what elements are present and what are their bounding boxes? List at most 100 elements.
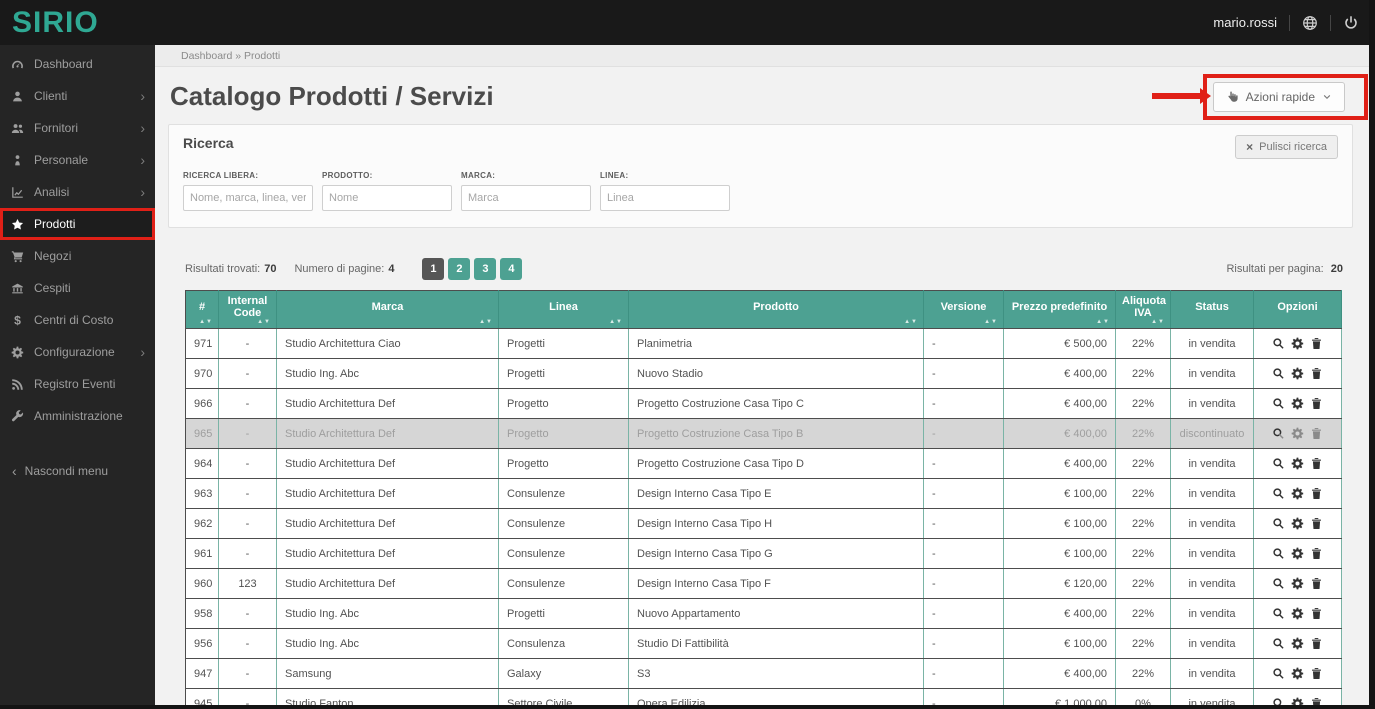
view-details-button[interactable] — [1272, 607, 1285, 620]
search-input-prodotto[interactable] — [322, 185, 452, 211]
sort-arrows-icon[interactable]: ▲▼ — [199, 319, 213, 325]
view-details-button[interactable] — [1272, 577, 1285, 590]
sidebar-item-cespiti[interactable]: Cespiti — [0, 272, 155, 304]
globe-icon[interactable] — [1302, 15, 1318, 31]
cell-marca: Studio Architettura Def — [277, 539, 499, 569]
sort-arrows-icon[interactable]: ▲▼ — [1151, 319, 1165, 325]
view-details-button[interactable] — [1272, 457, 1285, 470]
chevron-right-icon: › — [140, 345, 145, 359]
settings-button[interactable] — [1291, 667, 1304, 680]
page-title: Catalogo Prodotti / Servizi — [170, 81, 494, 112]
delete-button[interactable] — [1310, 667, 1323, 680]
column-header-label: # — [199, 301, 205, 313]
search-input-linea[interactable] — [600, 185, 730, 211]
settings-button[interactable] — [1291, 637, 1304, 650]
delete-button[interactable] — [1310, 577, 1323, 590]
settings-button[interactable] — [1291, 367, 1304, 380]
collapse-menu-button[interactable]: ‹ Nascondi menu — [0, 456, 155, 486]
column-header-iva[interactable]: Aliquota IVA▲▼ — [1116, 291, 1171, 329]
cell-code: - — [219, 479, 277, 509]
cell-status: in vendita — [1171, 449, 1254, 479]
sort-arrows-icon[interactable]: ▲▼ — [984, 319, 998, 325]
sidebar-item-analisi[interactable]: Analisi› — [0, 176, 155, 208]
search-input-marca[interactable] — [461, 185, 591, 211]
view-details-button[interactable] — [1272, 637, 1285, 650]
column-header-marca[interactable]: Marca▲▼ — [277, 291, 499, 329]
delete-button[interactable] — [1310, 487, 1323, 500]
cell-code: - — [219, 359, 277, 389]
column-header-versione[interactable]: Versione▲▼ — [924, 291, 1004, 329]
delete-button[interactable] — [1310, 607, 1323, 620]
settings-button[interactable] — [1291, 427, 1304, 440]
column-header-status: Status — [1171, 291, 1254, 329]
view-details-button[interactable] — [1272, 667, 1285, 680]
sidebar-item-clienti[interactable]: Clienti› — [0, 80, 155, 112]
sidebar-item-dashboard[interactable]: Dashboard — [0, 48, 155, 80]
sidebar-item-amministrazione[interactable]: Amministrazione — [0, 400, 155, 432]
delete-button[interactable] — [1310, 427, 1323, 440]
cell-prezzo: € 100,00 — [1004, 539, 1116, 569]
view-details-button[interactable] — [1272, 427, 1285, 440]
chevron-right-icon: › — [140, 121, 145, 135]
pagination-page-1[interactable]: 1 — [422, 258, 444, 280]
power-icon[interactable] — [1343, 15, 1359, 31]
delete-button[interactable] — [1310, 397, 1323, 410]
settings-button[interactable] — [1291, 607, 1304, 620]
sort-arrows-icon[interactable]: ▲▼ — [257, 319, 271, 325]
column-header-num[interactable]: # ▲▼ — [186, 291, 219, 329]
search-field-ricerca-libera: RICERCA LIBERA: — [183, 171, 313, 211]
sort-arrows-icon[interactable]: ▲▼ — [1096, 319, 1110, 325]
cell-versione: - — [924, 359, 1004, 389]
view-details-button[interactable] — [1272, 487, 1285, 500]
cell-iva: 22% — [1116, 419, 1171, 449]
settings-button[interactable] — [1291, 517, 1304, 530]
sidebar-item-fornitori[interactable]: Fornitori› — [0, 112, 155, 144]
pagination-page-4[interactable]: 4 — [500, 258, 522, 280]
table-row-962: 962-Studio Architettura DefConsulenzeDes… — [186, 509, 1342, 539]
app-logo[interactable]: SIRIO — [12, 6, 99, 40]
view-details-button[interactable] — [1272, 367, 1285, 380]
column-header-prodotto[interactable]: Prodotto▲▼ — [629, 291, 924, 329]
cell-opzioni — [1254, 359, 1342, 389]
column-header-prezzo[interactable]: Prezzo predefinito▲▼ — [1004, 291, 1116, 329]
clear-search-button[interactable]: × Pulisci ricerca — [1235, 135, 1338, 159]
column-header-linea[interactable]: Linea▲▼ — [499, 291, 629, 329]
delete-button[interactable] — [1310, 337, 1323, 350]
delete-button[interactable] — [1310, 367, 1323, 380]
cell-linea: Consulenze — [499, 479, 629, 509]
delete-button[interactable] — [1310, 637, 1323, 650]
sidebar-item-configurazione[interactable]: Configurazione› — [0, 336, 155, 368]
pagination-page-2[interactable]: 2 — [448, 258, 470, 280]
search-input-ricerca-libera[interactable] — [183, 185, 313, 211]
view-details-button[interactable] — [1272, 517, 1285, 530]
settings-button[interactable] — [1291, 337, 1304, 350]
cell-code: 123 — [219, 569, 277, 599]
delete-button[interactable] — [1310, 517, 1323, 530]
cell-versione: - — [924, 539, 1004, 569]
settings-button[interactable] — [1291, 547, 1304, 560]
view-details-button[interactable] — [1272, 547, 1285, 560]
breadcrumb[interactable]: Dashboard » Prodotti — [155, 45, 1375, 67]
settings-button[interactable] — [1291, 457, 1304, 470]
cell-num: 960 — [186, 569, 219, 599]
settings-button[interactable] — [1291, 487, 1304, 500]
sort-arrows-icon[interactable]: ▲▼ — [609, 319, 623, 325]
view-details-button[interactable] — [1272, 397, 1285, 410]
cell-num: 966 — [186, 389, 219, 419]
delete-button[interactable] — [1310, 547, 1323, 560]
column-header-code[interactable]: Internal Code▲▼ — [219, 291, 277, 329]
sidebar-item-personale[interactable]: Personale› — [0, 144, 155, 176]
settings-button[interactable] — [1291, 577, 1304, 590]
delete-button[interactable] — [1310, 457, 1323, 470]
sidebar-item-centri-di-costo[interactable]: $Centri di Costo — [0, 304, 155, 336]
view-details-button[interactable] — [1272, 337, 1285, 350]
quick-actions-button[interactable]: Azioni rapide — [1213, 82, 1345, 112]
sidebar-item-registro-eventi[interactable]: Registro Eventi — [0, 368, 155, 400]
pagination-page-3[interactable]: 3 — [474, 258, 496, 280]
sort-arrows-icon[interactable]: ▲▼ — [904, 319, 918, 325]
username[interactable]: mario.rossi — [1213, 15, 1277, 30]
settings-button[interactable] — [1291, 397, 1304, 410]
sidebar-item-negozi[interactable]: Negozi — [0, 240, 155, 272]
sidebar-item-prodotti[interactable]: Prodotti — [0, 208, 155, 240]
sort-arrows-icon[interactable]: ▲▼ — [479, 319, 493, 325]
